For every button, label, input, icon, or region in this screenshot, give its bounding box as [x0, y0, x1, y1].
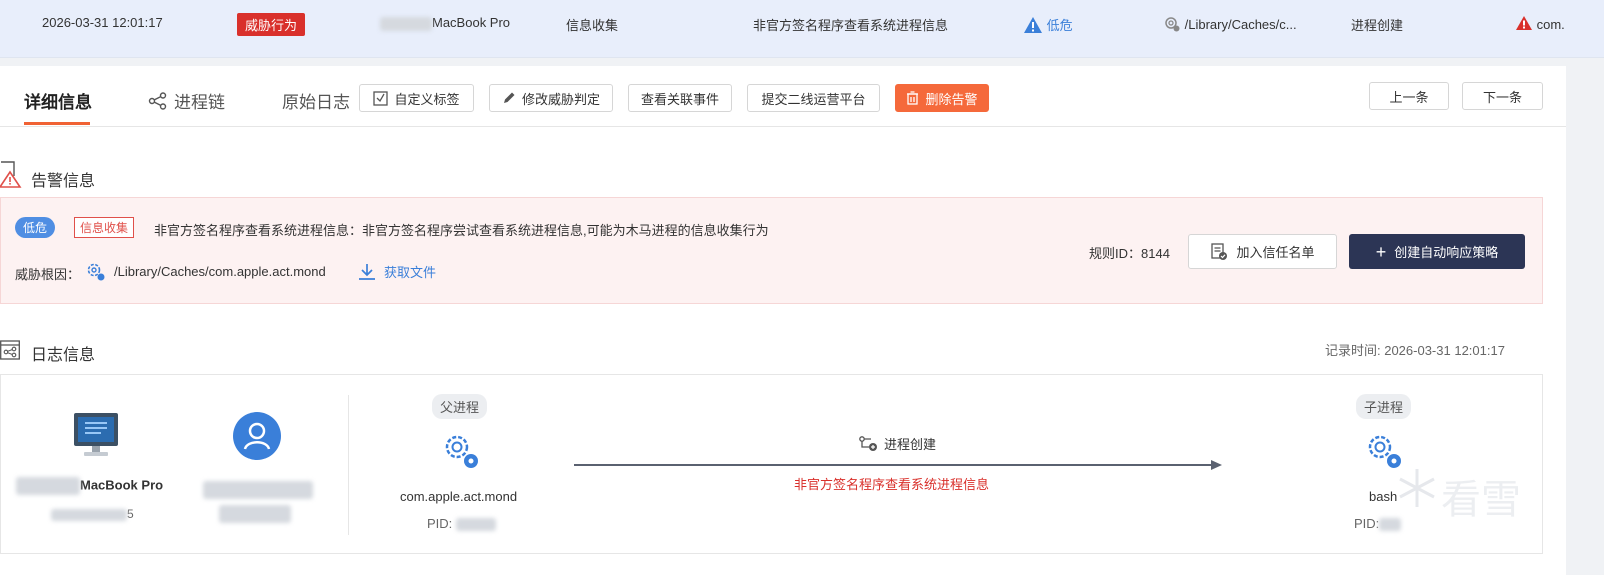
- divider: [348, 395, 349, 535]
- detail-panel: 详细信息 进程链 原始日志 自定义标签 修改威胁判定 查看关联事件 提交二线运营…: [0, 66, 1566, 575]
- view-related-label: 查看关联事件: [640, 91, 719, 107]
- risk-level: 低危: [1046, 18, 1073, 33]
- tab-bar: 详细信息 进程链 原始日志 自定义标签 修改威胁判定 查看关联事件 提交二线运营…: [0, 66, 1566, 127]
- get-file-label: 获取文件: [384, 265, 437, 280]
- modify-judgement-label: 修改威胁判定: [521, 91, 600, 107]
- event-name-cell: 非官方签名程序查看系统进程信息: [753, 18, 949, 33]
- record-time: 记录时间: 2026-03-31 12:01:17: [1325, 343, 1505, 358]
- computer-icon: [74, 413, 118, 456]
- redacted-text: [455, 518, 496, 532]
- risk-level-badge: 低危: [15, 217, 56, 238]
- snowflake-logo-icon: [1399, 469, 1435, 507]
- share-graph-icon: [148, 91, 167, 110]
- delete-alert-label: 删除告警: [925, 91, 978, 107]
- redacted-text: [51, 508, 127, 521]
- next-button[interactable]: 下一条: [1462, 82, 1543, 110]
- host-name-cell: MacBook Pro: [16, 477, 163, 495]
- parent-process-label: 父进程: [432, 394, 488, 419]
- host-ip-suffix: 5: [127, 507, 134, 521]
- modify-judgement-button[interactable]: 修改威胁判定: [489, 84, 613, 112]
- child-process-gear-icon: [1368, 435, 1401, 468]
- tag-icon: [373, 90, 389, 106]
- plus-icon: +: [1375, 241, 1387, 262]
- parent-process-gear-icon: [445, 435, 478, 468]
- next-label: 下一条: [1482, 89, 1522, 105]
- rule-id: 规则ID：8144: [1089, 246, 1170, 261]
- redacted-text: [16, 477, 80, 495]
- child-process-label: 子进程: [1356, 394, 1412, 419]
- host-ip-cell: 5: [51, 507, 134, 521]
- process-create-icon: [859, 435, 877, 451]
- pencil-icon: [503, 92, 515, 103]
- category-cell: 信息收集: [566, 18, 619, 33]
- host-cell: MacBook Pro: [380, 15, 510, 31]
- custom-tag-button[interactable]: 自定义标签: [359, 84, 474, 112]
- parent-process-name: com.apple.act.mond: [400, 489, 518, 504]
- path-cell: /Library/Caches/c...: [1163, 15, 1297, 33]
- alert-doc-icon: [0, 161, 22, 188]
- active-tab-indicator: [24, 122, 90, 125]
- create-auto-response-button[interactable]: + 创建自动响应策略: [1349, 234, 1525, 269]
- log-section-title: 日志信息: [31, 347, 96, 364]
- tab-process-chain-label: 进程链: [174, 93, 225, 112]
- delete-alert-button[interactable]: 删除告警: [895, 84, 989, 112]
- redacted-text: [380, 16, 432, 31]
- child-pid-label: PID:: [1354, 516, 1380, 531]
- trash-icon: [907, 91, 919, 105]
- tab-process-chain[interactable]: 进程链: [148, 88, 225, 113]
- tab-detail[interactable]: 详细信息: [24, 88, 92, 113]
- edge-line: [574, 464, 1214, 466]
- redacted-text: [1379, 518, 1402, 532]
- log-window-icon: [0, 340, 20, 360]
- root-cause-label: 威胁根因：: [15, 267, 81, 282]
- edge-label-cell: 进程创建: [859, 434, 936, 453]
- create-auto-response-label: 创建自动响应策略: [1394, 245, 1499, 260]
- prev-button[interactable]: 上一条: [1369, 82, 1449, 110]
- edge-description: 非官方签名程序查看系统进程信息: [794, 477, 990, 492]
- submit-second-line-label: 提交二线运营平台: [761, 91, 866, 107]
- custom-tag-label: 自定义标签: [394, 91, 460, 107]
- process-gear-icon: [87, 263, 105, 281]
- parent-pid-cell: PID:: [427, 516, 496, 532]
- add-trust-list-button[interactable]: 加入信任名单: [1188, 234, 1337, 269]
- warning-icon: [1024, 17, 1042, 33]
- alert-summary-row[interactable]: 2026-03-31 12:01:17 威胁行为 MacBook Pro 信息收…: [0, 0, 1604, 58]
- redacted-user-name: [203, 481, 313, 499]
- child-process-name: bash: [1369, 489, 1398, 504]
- category-badge: 信息收集: [74, 217, 135, 238]
- tab-raw-log[interactable]: 原始日志: [282, 88, 350, 113]
- view-related-events-button[interactable]: 查看关联事件: [628, 84, 732, 112]
- path-text: /Library/Caches/c...: [1184, 17, 1297, 32]
- edge-label: 进程创建: [884, 437, 937, 452]
- action-cell: 进程创建: [1351, 18, 1404, 33]
- risk-cell: 低危: [1023, 15, 1073, 34]
- host-name: MacBook Pro: [80, 477, 164, 493]
- submit-second-line-button[interactable]: 提交二线运营平台: [747, 84, 880, 112]
- trust-list-icon: [1211, 242, 1228, 260]
- extra-cell: com.: [1515, 15, 1565, 32]
- gear-icon: [1165, 17, 1180, 32]
- redacted-user-id: [219, 505, 291, 523]
- user-avatar-icon: [233, 412, 281, 460]
- threat-tag: 威胁行为: [237, 13, 306, 36]
- alert-time: 2026-03-31 12:01:17: [42, 15, 163, 30]
- arrow-head-icon: [1211, 460, 1222, 470]
- watermark-text: 看雪: [1441, 477, 1521, 523]
- download-icon: [359, 263, 375, 280]
- alert-section-title: 告警信息: [31, 173, 96, 190]
- child-pid-cell: PID:: [1354, 516, 1402, 532]
- host-name: MacBook Pro: [432, 15, 511, 30]
- prev-label: 上一条: [1389, 89, 1429, 105]
- alert-info-box: 低危 信息收集 非官方签名程序查看系统进程信息：非官方签名程序尝试查看系统进程信…: [0, 197, 1543, 304]
- extra-text: com.: [1536, 17, 1565, 32]
- alert-triangle-icon: [1516, 16, 1532, 30]
- root-cause-path: /Library/Caches/com.apple.act.mond: [114, 264, 326, 279]
- alert-description: 非官方签名程序查看系统进程信息：非官方签名程序尝试查看系统进程信息,可能为木马进…: [154, 223, 769, 238]
- add-trust-list-label: 加入信任名单: [1236, 245, 1315, 260]
- parent-pid-label: PID:: [427, 516, 453, 531]
- process-chain-view: MacBook Pro 5 父进程 com.apple.act.mond PID…: [0, 374, 1543, 554]
- get-file-link[interactable]: 获取文件: [358, 262, 436, 281]
